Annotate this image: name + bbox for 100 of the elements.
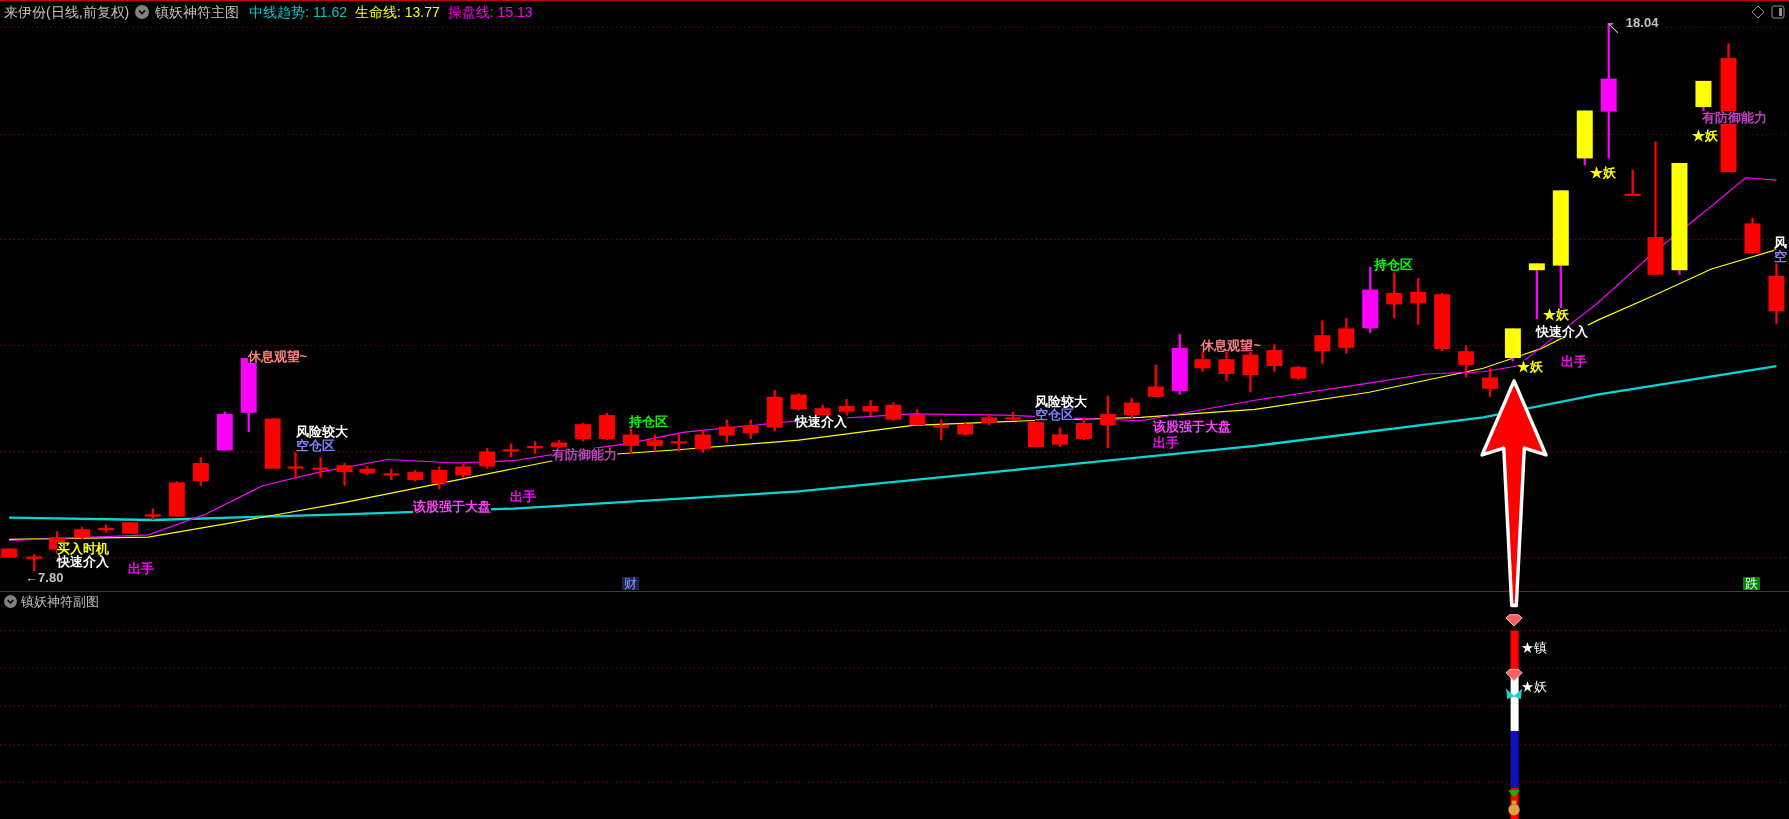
candlestick <box>1123 397 1140 419</box>
candlestick <box>1 548 18 558</box>
signal-label: ★妖 <box>1520 679 1547 693</box>
pointer-mark <box>1607 23 1619 34</box>
money-bag-icon <box>1508 800 1520 816</box>
gem-icon <box>1505 668 1523 682</box>
chart-annotation: ★妖 <box>1692 128 1718 142</box>
indicator-title: 镇妖神符副图 <box>21 594 99 608</box>
candlestick <box>1005 411 1022 421</box>
chart-annotation: 该股强于大盘 <box>413 499 491 513</box>
candlestick <box>431 466 448 490</box>
candlestick <box>144 508 161 520</box>
candlestick <box>718 419 735 443</box>
candlestick <box>1171 334 1188 395</box>
candlestick <box>122 522 139 534</box>
candlestick <box>1458 345 1475 378</box>
chart-annotation: 18.04 <box>1625 15 1659 29</box>
indicator-value: 生命线: 13.77 <box>355 5 440 19</box>
candlestick <box>312 457 329 478</box>
candlestick <box>1504 328 1521 362</box>
candlestick <box>455 464 472 478</box>
candlestick <box>74 526 91 540</box>
chart-annotation: 空 <box>1774 249 1788 263</box>
candlestick <box>862 400 879 417</box>
candlestick <box>742 419 759 439</box>
indicator-value: 操盘线: 15.13 <box>447 5 533 19</box>
candlestick <box>885 402 902 421</box>
chart-annotation: 休息观望~ <box>1201 338 1261 352</box>
candlestick <box>981 413 998 426</box>
chart-annotation: ←7.80 <box>25 571 64 585</box>
candlestick <box>1576 110 1593 166</box>
candlestick <box>575 423 591 442</box>
candlestick <box>383 468 400 481</box>
dropdown-icon[interactable] <box>135 5 150 19</box>
signal-marker: 跌 <box>1743 577 1761 591</box>
candlestick <box>1242 350 1259 393</box>
candlestick <box>1266 344 1283 372</box>
panel-toggle-icon[interactable] <box>1771 5 1785 19</box>
chart-annotation: 快速介入 <box>795 415 848 429</box>
candlestick <box>98 524 115 533</box>
candlestick <box>359 466 376 476</box>
candlestick <box>287 451 304 478</box>
chart-annotation: ★妖 <box>1590 166 1617 180</box>
chart-annotation: 空仓区 <box>295 439 335 453</box>
candlestick <box>909 409 926 426</box>
candlestick <box>1624 169 1641 197</box>
candlestick <box>1768 263 1785 324</box>
candlestick <box>1314 320 1331 364</box>
chart-annotation: 快速介入 <box>1535 325 1588 338</box>
chart-annotation: 快速介入 <box>57 555 110 569</box>
candlestick <box>1028 421 1044 447</box>
candlestick <box>1434 293 1451 352</box>
chart-annotation: 出手 <box>510 490 536 504</box>
candlestick <box>1290 366 1307 380</box>
chart-annotation: 出手 <box>127 562 154 576</box>
down-triangle-icon <box>1508 790 1520 798</box>
chart-annotation: 有防御能力 <box>552 448 618 462</box>
chart-annotation: 持仓区 <box>1373 257 1413 271</box>
chart-annotation: 风 <box>1774 236 1788 250</box>
candlestick <box>527 441 544 454</box>
butterfly-icon <box>1506 688 1522 700</box>
candlestick <box>216 411 233 451</box>
candlestick <box>192 457 209 486</box>
chart-annotation: 出手 <box>1560 354 1587 368</box>
candlestick <box>1482 368 1499 397</box>
chart-annotation: 持仓区 <box>628 415 668 429</box>
candlestick <box>1051 427 1068 447</box>
candlestick <box>646 434 663 452</box>
indicator-title: 镇妖神符主图 <box>155 5 240 19</box>
candlestick <box>1147 364 1164 397</box>
candlestick <box>168 481 185 517</box>
chart-annotation: 风险较大 <box>1034 394 1087 408</box>
candlestick <box>503 443 520 458</box>
chart-annotation: 买入时机 <box>57 541 110 555</box>
candlestick <box>838 399 855 417</box>
chart-annotation: 该股强于大盘 <box>1153 419 1232 433</box>
candlestick <box>1075 417 1092 441</box>
candlestick <box>407 469 424 482</box>
chart-annotation: 空仓区 <box>1034 408 1074 422</box>
gem-icon <box>1505 614 1523 627</box>
candlestick <box>790 393 807 411</box>
candlestick <box>599 412 615 441</box>
candlestick <box>1338 318 1355 354</box>
candlestick <box>622 428 639 454</box>
candlestick <box>1386 272 1403 319</box>
stock-title: 来伊份(日线,前复权) <box>4 5 130 19</box>
candlestick <box>1744 217 1761 254</box>
candlestick <box>1528 263 1545 320</box>
candlestick <box>694 429 711 453</box>
candlestick <box>933 419 950 441</box>
candlestick <box>670 434 687 452</box>
dropdown-icon[interactable] <box>4 594 17 608</box>
chart-annotation: ★妖 <box>1517 360 1544 374</box>
candlestick <box>551 440 568 450</box>
candlestick <box>479 448 496 469</box>
diamond-icon[interactable] <box>1751 5 1765 19</box>
chart-annotation: 风险较大 <box>295 425 348 439</box>
candlestick <box>1099 395 1116 449</box>
chart-annotation: 出手 <box>1153 435 1180 449</box>
indicator-value: 中线趋势: 11.62 <box>249 5 347 19</box>
